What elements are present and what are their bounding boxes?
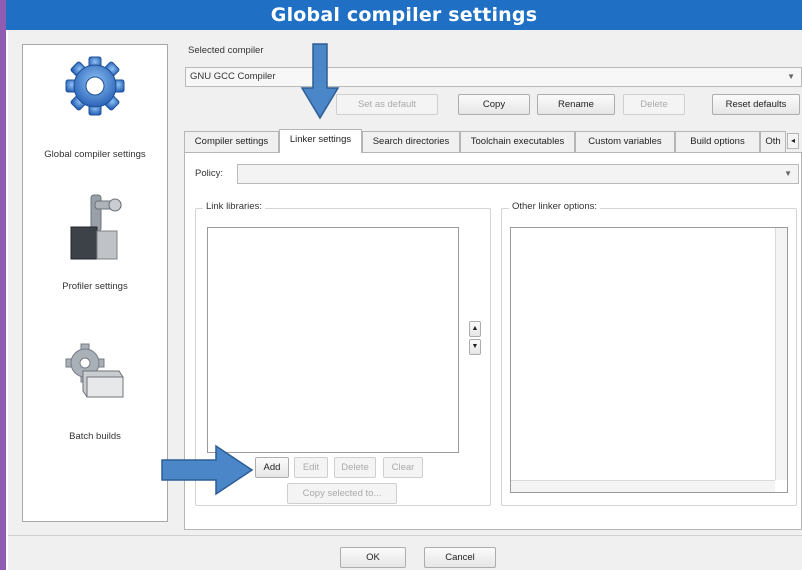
delete-library-button[interactable]: Delete (334, 457, 376, 478)
sidebar-item-batch-builds[interactable]: Batch builds (23, 335, 167, 445)
tab-build-options[interactable]: Build options (675, 131, 760, 153)
chevron-down-icon: ▼ (787, 72, 795, 81)
horizontal-scrollbar[interactable] (511, 480, 775, 492)
other-linker-options-textarea[interactable] (510, 227, 788, 493)
tab-other[interactable]: Oth (760, 131, 786, 153)
chevron-down-icon: ▼ (784, 169, 792, 178)
sidebar-item-profiler-settings[interactable]: Profiler settings (23, 185, 167, 295)
link-libraries-title: Link libraries: (203, 201, 265, 212)
tab-search-directories[interactable]: Search directories (362, 131, 460, 153)
tab-custom-variables[interactable]: Custom variables (575, 131, 675, 153)
compiler-select-value: GNU GCC Compiler (190, 71, 276, 82)
other-linker-options-title: Other linker options: (509, 201, 601, 212)
copy-selected-button[interactable]: Copy selected to... (287, 483, 397, 504)
move-down-button[interactable]: ▼ (469, 339, 481, 355)
policy-label: Policy: (195, 168, 223, 179)
annotation-arrow-right-icon (161, 444, 254, 496)
edit-library-button[interactable]: Edit (294, 457, 328, 478)
move-up-button[interactable]: ▲ (469, 321, 481, 337)
policy-select[interactable]: ▼ (237, 164, 799, 184)
batch-builds-icon (63, 341, 129, 404)
tab-toolchain-executables[interactable]: Toolchain executables (460, 131, 575, 153)
cancel-button[interactable]: Cancel (424, 547, 496, 568)
selected-compiler-label: Selected compiler (188, 45, 264, 56)
vertical-scrollbar[interactable] (775, 228, 787, 480)
gear-icon (63, 55, 127, 120)
category-list[interactable]: Global compiler settings Profiler settin… (22, 44, 168, 522)
rename-button[interactable]: Rename (537, 94, 615, 115)
sidebar-item-label: Batch builds (69, 431, 121, 442)
window-title: Global compiler settings (6, 0, 802, 30)
copy-button[interactable]: Copy (458, 94, 530, 115)
sidebar-item-label: Profiler settings (62, 281, 128, 292)
linker-settings-page: Policy: ▼ Link libraries: ▲ ▼ Add Edit D… (184, 152, 802, 530)
window-frame (0, 0, 6, 570)
delete-compiler-button[interactable]: Delete (623, 94, 685, 115)
add-library-button[interactable]: Add (255, 457, 289, 478)
link-libraries-list[interactable] (207, 227, 459, 453)
reset-defaults-button[interactable]: Reset defaults (712, 94, 800, 115)
tab-linker-settings[interactable]: Linker settings (279, 129, 362, 153)
sidebar-item-label: Global compiler settings (44, 149, 146, 160)
clear-libraries-button[interactable]: Clear (383, 457, 423, 478)
tab-scroll-left-icon[interactable]: ◂ (787, 133, 799, 149)
tab-compiler-settings[interactable]: Compiler settings (184, 131, 279, 153)
set-default-button[interactable]: Set as default (336, 94, 438, 115)
profiler-icon (65, 189, 127, 266)
compiler-select[interactable]: GNU GCC Compiler ▼ (185, 67, 802, 87)
ok-button[interactable]: OK (340, 547, 406, 568)
annotation-arrow-down-icon (300, 43, 340, 120)
sidebar-item-global-compiler-settings[interactable]: Global compiler settings (23, 51, 167, 161)
settings-tabs: Compiler settings Linker settings Search… (184, 129, 802, 153)
